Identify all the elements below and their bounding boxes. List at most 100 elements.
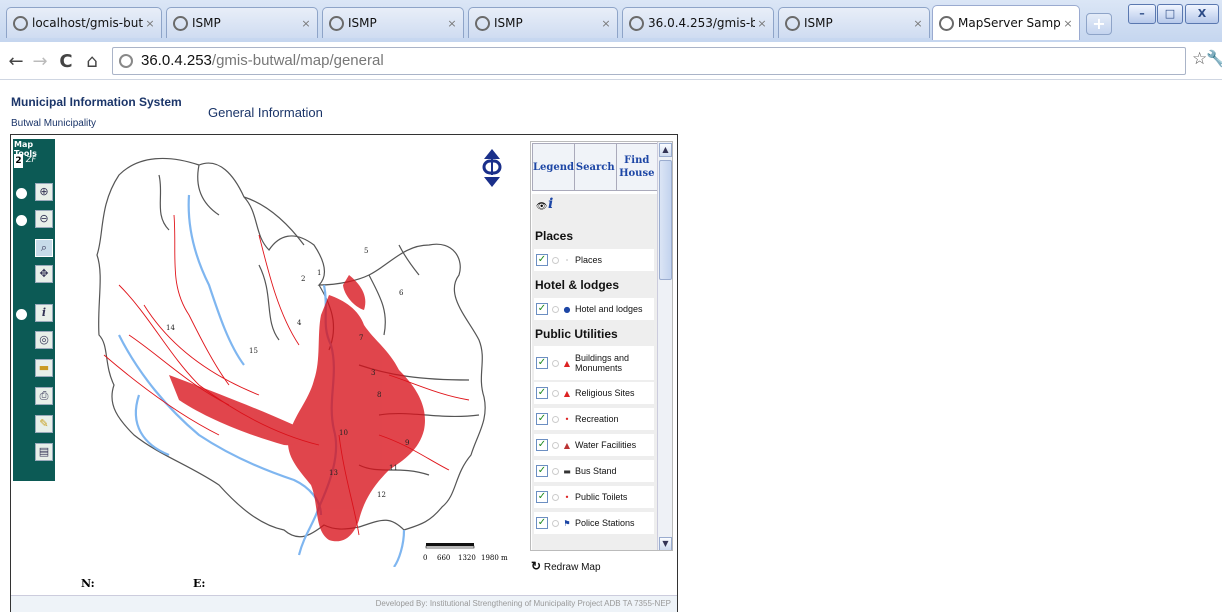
layer-checkbox[interactable]: ✓ bbox=[536, 303, 548, 315]
layer-radio[interactable] bbox=[552, 359, 559, 367]
browser-tab[interactable]: localhost/gmis-butwal/ × bbox=[6, 7, 162, 38]
maximize-button[interactable]: □ bbox=[1157, 4, 1183, 24]
ward-label: 13 bbox=[329, 469, 338, 477]
zoom-out-radio[interactable] bbox=[16, 215, 27, 226]
info-icon[interactable]: i bbox=[35, 304, 53, 322]
zoom-in-icon[interactable]: ⊕ bbox=[35, 183, 53, 201]
legend-item: ✓ ▲ Water Facilities bbox=[534, 434, 654, 456]
water-symbol-icon: ▲ bbox=[563, 440, 571, 450]
pencil-icon[interactable]: ✎ bbox=[35, 415, 53, 433]
zoom-extent-icon[interactable]: ⌕ bbox=[35, 239, 53, 257]
footer: Developed By: Institutional Strengthenin… bbox=[11, 595, 677, 612]
browser-tab[interactable]: ISMP × bbox=[166, 7, 318, 38]
layer-checkbox[interactable]: ✓ bbox=[536, 413, 548, 425]
tab-find-house[interactable]: Find House bbox=[616, 144, 658, 190]
layer-checkbox[interactable]: ✓ bbox=[536, 491, 548, 503]
section-link-general-information[interactable]: General Information bbox=[208, 105, 323, 120]
legend-group-title: Places bbox=[535, 229, 574, 243]
document-icon[interactable]: ▤ bbox=[35, 443, 53, 461]
legend-item: ✓ ▬ Bus Stand bbox=[534, 460, 654, 482]
tab-label: MapServer Sample Appl bbox=[958, 16, 1061, 30]
forward-arrow-icon[interactable]: → bbox=[30, 51, 50, 72]
layer-radio[interactable] bbox=[552, 305, 559, 313]
layer-checkbox[interactable]: ✓ bbox=[536, 439, 548, 451]
legend-group-title: Hotel & lodges bbox=[535, 278, 620, 292]
layer-checkbox[interactable]: ✓ bbox=[536, 517, 548, 529]
scale-bar: 0 660 1320 1980 m bbox=[383, 539, 523, 569]
tab-legend[interactable]: Legend bbox=[533, 144, 576, 190]
browser-tab[interactable]: 36.0.4.253/gmis-butwa × bbox=[622, 7, 774, 38]
legend-item-label: Places bbox=[575, 255, 603, 265]
eye-icon[interactable]: 👁 bbox=[536, 202, 547, 212]
layer-radio[interactable] bbox=[552, 415, 559, 423]
layer-radio[interactable] bbox=[552, 441, 559, 449]
panel-tabs: Legend Search Find House bbox=[532, 143, 658, 191]
layer-checkbox[interactable]: ✓ bbox=[536, 465, 548, 477]
road bbox=[258, 234, 300, 346]
address-bar[interactable]: 36.0.4.253/gmis-butwal/map/general bbox=[112, 47, 1186, 75]
close-icon[interactable]: × bbox=[1061, 17, 1075, 30]
page-icon bbox=[13, 15, 28, 31]
browser-tab-active[interactable]: MapServer Sample Appl × bbox=[932, 5, 1080, 40]
zoom-in-radio[interactable] bbox=[16, 188, 27, 199]
scroll-up-icon[interactable]: ▲ bbox=[659, 143, 672, 157]
close-window-button[interactable]: X bbox=[1185, 4, 1219, 24]
reload-icon[interactable]: C bbox=[56, 51, 76, 72]
info-icon[interactable]: i bbox=[548, 196, 553, 212]
app-title: Municipal Information System bbox=[11, 95, 182, 109]
identify-radio[interactable] bbox=[16, 309, 27, 320]
layer-radio[interactable] bbox=[552, 519, 559, 527]
scale-label: 1980 bbox=[481, 554, 499, 562]
close-icon[interactable]: × bbox=[755, 17, 769, 30]
browser-tab[interactable]: ISMP × bbox=[468, 7, 618, 38]
tab-label: localhost/gmis-butwal/ bbox=[32, 16, 143, 30]
close-icon[interactable]: × bbox=[143, 17, 157, 30]
new-tab-button[interactable]: + bbox=[1086, 13, 1112, 35]
close-icon[interactable]: × bbox=[445, 17, 459, 30]
print-icon[interactable]: ⎙ bbox=[35, 387, 53, 405]
back-arrow-icon[interactable]: ← bbox=[6, 51, 26, 72]
legend-item: ✓ • Public Toilets bbox=[534, 486, 654, 508]
browser-tab[interactable]: ISMP × bbox=[322, 7, 464, 38]
police-symbol-icon: ⚑ bbox=[563, 518, 571, 528]
redraw-map-button[interactable]: ↻ Redraw Map bbox=[531, 559, 601, 573]
map-canvas[interactable]: 1 2 3 4 5 6 7 8 9 10 11 12 13 14 15 bbox=[59, 135, 529, 567]
ward-label: 4 bbox=[297, 319, 302, 327]
scale-label: 0 bbox=[423, 554, 427, 562]
zoom-level-input[interactable]: 2 bbox=[14, 154, 23, 168]
tab-search[interactable]: Search bbox=[575, 144, 617, 190]
ward-boundary bbox=[258, 264, 280, 341]
scroll-thumb[interactable] bbox=[659, 160, 672, 280]
layer-radio[interactable] bbox=[552, 493, 559, 501]
layer-checkbox[interactable]: ✓ bbox=[536, 387, 548, 399]
northing-label: N: bbox=[81, 577, 95, 590]
bookmark-star-icon[interactable]: ☆ bbox=[1192, 49, 1207, 69]
scroll-down-icon[interactable]: ▼ bbox=[659, 537, 672, 550]
ward-boundary bbox=[197, 164, 220, 216]
browser-tab-strip: localhost/gmis-butwal/ × ISMP × ISMP × I… bbox=[0, 0, 1222, 42]
close-icon[interactable]: × bbox=[599, 17, 613, 30]
minimize-button[interactable]: – bbox=[1128, 4, 1156, 24]
wrench-icon[interactable]: 🔧 bbox=[1206, 49, 1222, 68]
zoom-out-icon[interactable]: ⊖ bbox=[35, 210, 53, 228]
layer-checkbox[interactable]: ✓ bbox=[536, 357, 548, 369]
globe-tool-icon[interactable]: ◎ bbox=[35, 331, 53, 349]
close-icon[interactable]: × bbox=[299, 17, 313, 30]
browser-tab[interactable]: ISMP × bbox=[778, 7, 930, 38]
layer-radio[interactable] bbox=[552, 467, 559, 475]
scale-label: 660 bbox=[437, 554, 450, 562]
home-icon[interactable]: ⌂ bbox=[82, 51, 102, 72]
ward-label: 15 bbox=[249, 347, 258, 355]
measure-ruler-icon[interactable]: ▬ bbox=[35, 359, 53, 377]
hotel-symbol-icon: ● bbox=[563, 304, 571, 314]
layer-checkbox[interactable]: ✓ bbox=[536, 254, 548, 266]
close-icon[interactable]: × bbox=[911, 17, 925, 30]
ward-label: 6 bbox=[399, 289, 404, 297]
legend-scrollbar[interactable]: ▲ ▼ bbox=[657, 142, 672, 550]
layer-radio[interactable] bbox=[552, 389, 559, 397]
scale-label: 1320 bbox=[458, 554, 476, 562]
layer-radio[interactable] bbox=[552, 256, 559, 264]
road bbox=[173, 214, 230, 386]
legend-item-label: Public Toilets bbox=[575, 492, 628, 502]
pan-icon[interactable]: ✥ bbox=[35, 265, 53, 283]
